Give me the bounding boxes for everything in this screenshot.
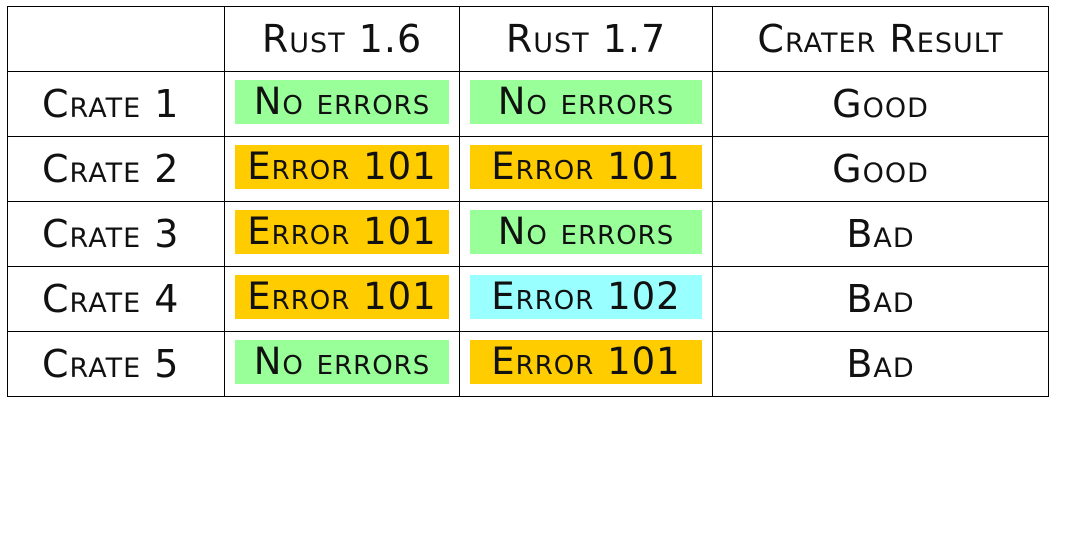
crater-result-cell: Bad bbox=[712, 266, 1049, 332]
status-badge: No errors bbox=[235, 340, 449, 384]
table-row: Crate 5 No errors Error 101 Bad bbox=[7, 331, 1049, 397]
table-row: Crate 4 Error 101 Error 102 Bad bbox=[7, 266, 1049, 332]
rust-1-7-cell: Error 101 bbox=[459, 136, 713, 202]
crate-name: Crate 1 bbox=[42, 82, 180, 126]
crater-result: Good bbox=[832, 147, 929, 191]
crater-results-table: Rust 1.6 Rust 1.7 Crater Result Crate 1 … bbox=[7, 6, 1049, 397]
header-rust-1-7: Rust 1.7 bbox=[459, 6, 713, 72]
rust-1-7-cell: Error 101 bbox=[459, 331, 713, 397]
rust-1-7-cell: No errors bbox=[459, 71, 713, 137]
header-crater-result: Crater Result bbox=[712, 6, 1049, 72]
status-badge: Error 101 bbox=[235, 275, 449, 319]
crater-result: Bad bbox=[846, 342, 915, 386]
crate-name: Crate 4 bbox=[42, 277, 180, 321]
table-row: Crate 3 Error 101 No errors Bad bbox=[7, 201, 1049, 267]
crater-result-cell: Good bbox=[712, 71, 1049, 137]
status-badge: Error 101 bbox=[470, 145, 702, 189]
crate-name-cell: Crate 1 bbox=[7, 71, 225, 137]
crate-name: Crate 5 bbox=[42, 342, 180, 386]
crater-result: Bad bbox=[846, 277, 915, 321]
crate-name-cell: Crate 2 bbox=[7, 136, 225, 202]
header-row: Rust 1.6 Rust 1.7 Crater Result bbox=[7, 6, 1049, 72]
crater-result: Bad bbox=[846, 212, 915, 256]
status-badge: No errors bbox=[235, 80, 449, 124]
crate-name-cell: Crate 4 bbox=[7, 266, 225, 332]
rust-1-6-cell: No errors bbox=[224, 331, 460, 397]
crater-result-cell: Bad bbox=[712, 201, 1049, 267]
crater-result-cell: Bad bbox=[712, 331, 1049, 397]
table-row: Crate 2 Error 101 Error 101 Good bbox=[7, 136, 1049, 202]
status-badge: Error 102 bbox=[470, 275, 702, 319]
status-badge: Error 101 bbox=[235, 145, 449, 189]
crate-name-cell: Crate 3 bbox=[7, 201, 225, 267]
crate-name-cell: Crate 5 bbox=[7, 331, 225, 397]
rust-1-7-cell: Error 102 bbox=[459, 266, 713, 332]
rust-1-7-cell: No errors bbox=[459, 201, 713, 267]
status-badge: Error 101 bbox=[470, 340, 702, 384]
table-row: Crate 1 No errors No errors Good bbox=[7, 71, 1049, 137]
crater-result: Good bbox=[832, 82, 929, 126]
corner-cell bbox=[7, 6, 225, 72]
rust-1-6-cell: Error 101 bbox=[224, 266, 460, 332]
crate-name: Crate 2 bbox=[42, 147, 180, 191]
status-badge: No errors bbox=[470, 210, 702, 254]
rust-1-6-cell: Error 101 bbox=[224, 136, 460, 202]
status-badge: No errors bbox=[470, 80, 702, 124]
header-rust-1-6: Rust 1.6 bbox=[224, 6, 460, 72]
crate-name: Crate 3 bbox=[42, 212, 180, 256]
status-badge: Error 101 bbox=[235, 210, 449, 254]
crater-result-cell: Good bbox=[712, 136, 1049, 202]
rust-1-6-cell: No errors bbox=[224, 71, 460, 137]
rust-1-6-cell: Error 101 bbox=[224, 201, 460, 267]
